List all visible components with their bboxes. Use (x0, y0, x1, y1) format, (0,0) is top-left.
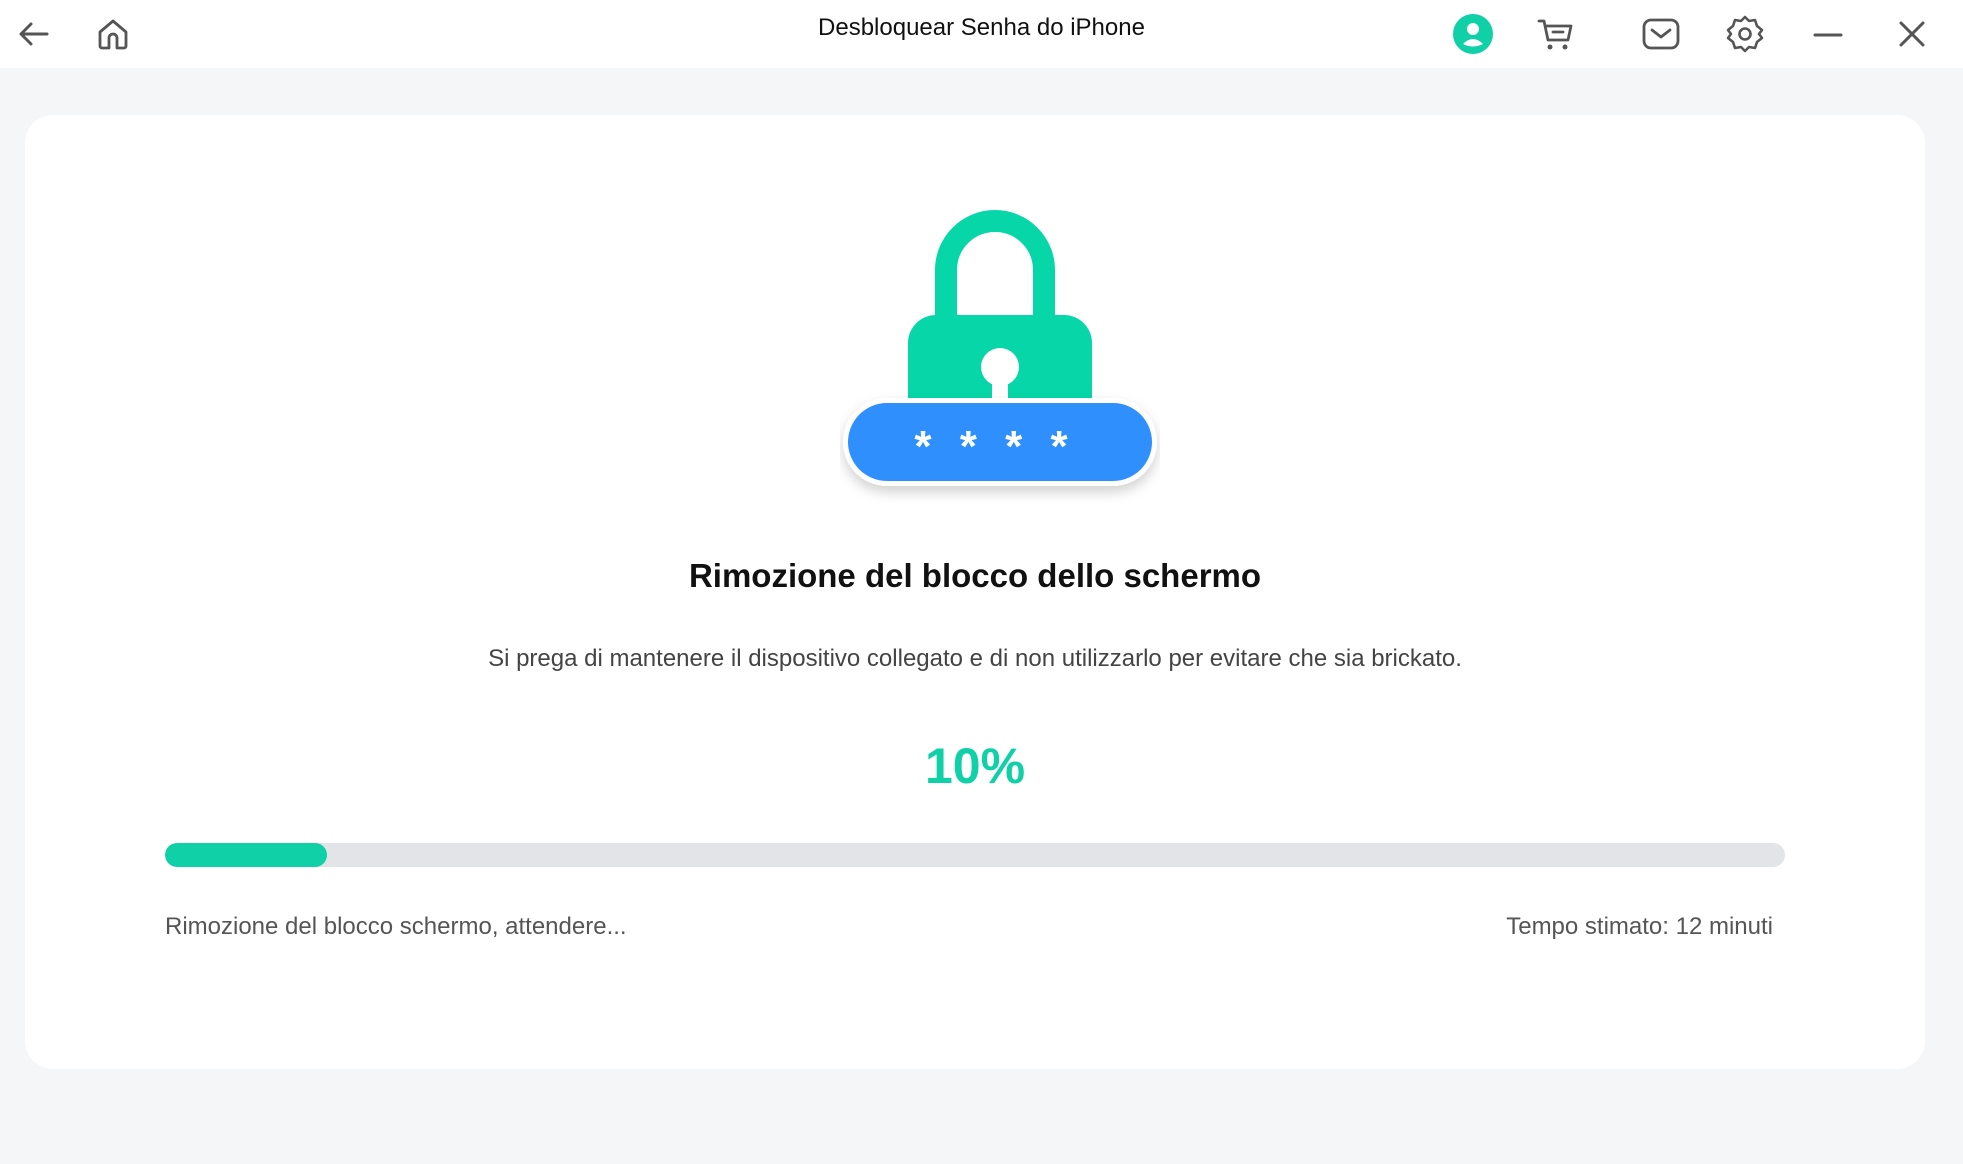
close-button[interactable] (1886, 8, 1938, 60)
close-icon (1899, 21, 1925, 47)
progress-bar-fill (165, 843, 327, 867)
mail-button[interactable] (1635, 8, 1687, 60)
minimize-icon (1813, 33, 1843, 37)
cart-button[interactable] (1530, 8, 1582, 60)
progress-bar (165, 843, 1785, 867)
progress-percent: 10% (924, 738, 1026, 794)
padlock-password-illustration: * * * * (840, 210, 1160, 515)
cart-icon (1537, 19, 1573, 50)
mail-icon (1642, 18, 1680, 50)
instruction-text: Si prega di mantenere il dispositivo col… (488, 645, 1462, 672)
settings-gear-icon (1726, 15, 1764, 53)
title-bar: Desbloquear Senha do iPhone (0, 0, 1963, 68)
estimated-time: Tempo stimato: 12 minuti (1506, 913, 1773, 940)
page-heading: Rimozione del blocco dello schermo (688, 557, 1262, 594)
progress-card: * * * * Rimozione del blocco dello scher… (25, 115, 1925, 1069)
user-account-icon (1453, 14, 1493, 54)
user-account-button[interactable] (1447, 8, 1499, 60)
password-mask: * * * * (914, 422, 1076, 471)
settings-button[interactable] (1719, 8, 1771, 60)
status-message: Rimozione del blocco schermo, attendere.… (165, 913, 627, 940)
minimize-button[interactable] (1802, 8, 1854, 60)
